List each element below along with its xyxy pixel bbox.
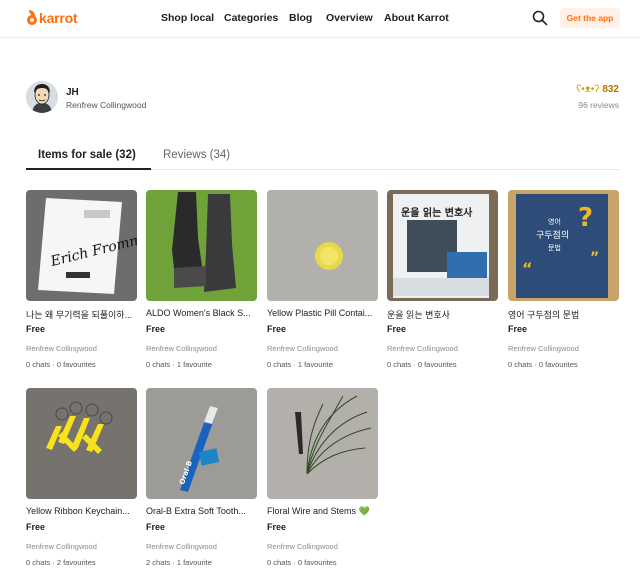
user-avatar-illustration-icon [26, 81, 58, 113]
get-the-app-button[interactable]: Get the app [560, 8, 620, 28]
item-location: Renfrew Collingwood [146, 542, 217, 551]
listing-card[interactable]: Yellow Ribbon Keychain... Free Renfrew C… [26, 388, 137, 568]
item-price: Free [267, 324, 287, 334]
item-location: Renfrew Collingwood [267, 542, 338, 551]
svg-text:영어: 영어 [548, 217, 561, 226]
toothbrush-photo-icon: Oral-B [146, 388, 257, 499]
item-price: Free [26, 522, 46, 532]
reviews-count: 96 reviews [578, 100, 619, 110]
search-icon[interactable] [532, 10, 548, 26]
listing-card[interactable]: 운을 읽는 변호사 운을 읽는 변호사 Free Renfrew Colling… [387, 190, 498, 370]
listing-card[interactable]: ALDO Women's Black S... Free Renfrew Col… [146, 190, 257, 370]
item-price: Free [26, 324, 46, 334]
item-title: 운을 읽는 변호사 [387, 310, 450, 320]
listing-card[interactable]: 영어 구두점의 문법 ? “ ” 영어 구두점의 문법 Free Renfrew… [508, 190, 619, 370]
floral-wire-photo-icon [267, 388, 378, 499]
item-price: Free [146, 324, 166, 334]
boots-photo-icon [146, 190, 257, 301]
item-title: Oral-B Extra Soft Tooth... [146, 506, 246, 516]
nav-overview[interactable]: Overview [326, 12, 373, 24]
profile-location: Renfrew Collingwood [66, 100, 147, 110]
ribbon-keychain-photo-icon [26, 388, 137, 499]
item-price: Free [387, 324, 407, 334]
item-stats: 0 chats · 0 favourites [26, 360, 96, 369]
pill-container-photo-icon [267, 190, 378, 301]
item-location: Renfrew Collingwood [146, 344, 217, 353]
item-stats: 0 chats · 0 favourites [508, 360, 578, 369]
svg-text:구두점의: 구두점의 [536, 229, 569, 241]
item-price: Free [146, 522, 166, 532]
item-location: Renfrew Collingwood [387, 344, 458, 353]
item-stats: 0 chats · 1 favourite [146, 360, 212, 369]
listing-card[interactable]: Erich Fromm 나는 왜 무기력을 되풀이하... Free Renfr… [26, 190, 137, 370]
nav-blog[interactable]: Blog [289, 12, 312, 24]
score-value: 832 [602, 84, 619, 95]
nav-shop-local[interactable]: Shop local [161, 12, 214, 24]
item-title: Yellow Ribbon Keychain... [26, 506, 130, 516]
book-photo-icon: 영어 구두점의 문법 ? “ ” [508, 190, 619, 301]
tab-items-for-sale[interactable]: Items for sale (32) [38, 149, 136, 161]
manner-score: ʕ•ᴥ•ʔ 832 [576, 84, 619, 95]
listing-card[interactable]: Oral-B Oral-B Extra Soft Tooth... Free R… [146, 388, 257, 568]
nav-categories[interactable]: Categories [224, 12, 278, 24]
item-title: 영어 구두점의 문법 [508, 310, 580, 320]
item-location: Renfrew Collingwood [508, 344, 579, 353]
item-stats: 2 chats · 1 favourite [146, 558, 212, 567]
top-header: karrot Shop local Categories Blog Overvi… [0, 0, 640, 38]
item-location: Renfrew Collingwood [267, 344, 338, 353]
active-tab-indicator [26, 168, 151, 170]
svg-text:운을 읽는 변호사: 운을 읽는 변호사 [401, 206, 473, 219]
svg-text:?: ? [578, 203, 593, 233]
item-title: ALDO Women's Black S... [146, 308, 251, 318]
item-location: Renfrew Collingwood [26, 344, 97, 353]
item-stats: 0 chats · 0 favourites [387, 360, 457, 369]
nav-about-karrot[interactable]: About Karrot [384, 12, 449, 24]
item-stats: 0 chats · 1 favourite [267, 360, 333, 369]
bear-face-icon: ʕ•ᴥ•ʔ [576, 84, 600, 95]
listing-card[interactable]: Floral Wire and Stems 💚 Free Renfrew Col… [267, 388, 378, 568]
item-title: Yellow Plastic Pill Contai... [267, 308, 373, 318]
item-location: Renfrew Collingwood [26, 542, 97, 551]
book-photo-icon: Erich Fromm [26, 190, 137, 301]
book-photo-icon: 운을 읽는 변호사 [387, 190, 498, 301]
listing-card[interactable]: Yellow Plastic Pill Contai... Free Renfr… [267, 190, 378, 370]
tab-reviews[interactable]: Reviews (34) [163, 149, 230, 161]
item-price: Free [508, 324, 528, 334]
profile-name: JH [66, 87, 79, 98]
svg-text:“: “ [522, 259, 533, 278]
avatar [26, 81, 58, 113]
item-stats: 0 chats · 2 favourites [26, 558, 96, 567]
svg-text:문법: 문법 [548, 243, 561, 252]
item-stats: 0 chats · 0 favourites [267, 558, 337, 567]
svg-text:”: ” [590, 250, 599, 266]
item-title: 나는 왜 무기력을 되풀이하... [26, 310, 133, 320]
item-title: Floral Wire and Stems 💚 [267, 506, 370, 516]
item-price: Free [267, 522, 287, 532]
